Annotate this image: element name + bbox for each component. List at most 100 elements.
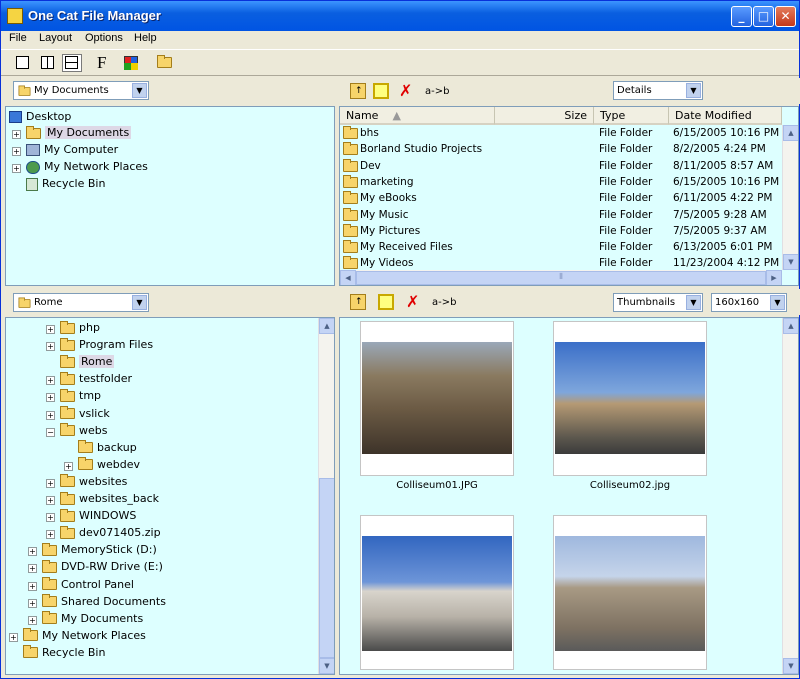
- tree-node-label: vslick: [79, 406, 110, 420]
- tree-node[interactable]: Program Files: [60, 337, 153, 351]
- thumbnail-colliseum02[interactable]: [553, 321, 707, 476]
- tree-node[interactable]: testfolder: [60, 371, 132, 385]
- thumbnail-colliseum01[interactable]: [360, 321, 514, 476]
- thumb-vscroll[interactable]: ▲ ▼: [782, 318, 798, 674]
- tree-desktop[interactable]: Desktop: [9, 110, 71, 123]
- thumbnail-3[interactable]: [360, 515, 514, 670]
- expand-toggle[interactable]: +: [46, 496, 55, 505]
- tree-node[interactable]: websites_back: [60, 491, 159, 505]
- expand-toggle[interactable]: +: [46, 376, 55, 386]
- top-view-combo[interactable]: Details ▼: [613, 81, 703, 100]
- tree-node[interactable]: Shared Documents: [42, 594, 166, 608]
- tree-node[interactable]: Rome: [60, 354, 115, 369]
- col-name[interactable]: Name ▲: [340, 107, 495, 125]
- bottom-left-location-combo[interactable]: Rome ▼: [13, 293, 149, 312]
- tree-node[interactable]: MemoryStick (D:): [42, 542, 157, 557]
- file-name: marketing: [360, 175, 414, 188]
- tree-node[interactable]: webdev: [78, 457, 140, 471]
- expand-toggle[interactable]: +: [28, 598, 37, 608]
- tree-network-places[interactable]: My Network Places: [26, 160, 148, 174]
- top-left-location-combo[interactable]: My Documents ▼: [13, 81, 149, 100]
- expand-toggle[interactable]: +: [46, 478, 55, 488]
- expand-toggle[interactable]: +: [46, 530, 55, 540]
- up-folder-icon[interactable]: ↑: [350, 83, 366, 99]
- tree-node[interactable]: dev071405.zip: [60, 525, 161, 539]
- new-folder-icon-2[interactable]: [378, 294, 394, 310]
- tree-my-computer[interactable]: My Computer: [26, 143, 118, 156]
- file-row[interactable]: My Music File Folder 7/5/2005 9:28 AM: [340, 207, 770, 224]
- expand-toggle[interactable]: +: [46, 513, 55, 523]
- bottom-view-combo[interactable]: Thumbnails ▼: [613, 293, 703, 312]
- folder-icon: [343, 191, 358, 205]
- open-folder-icon[interactable]: [156, 54, 176, 72]
- thumb-size-combo[interactable]: 160x160 ▼: [711, 293, 787, 312]
- expand-toggle[interactable]: +: [28, 547, 37, 557]
- copy-button-2[interactable]: a->b: [432, 297, 462, 313]
- file-row[interactable]: Borland Studio Projects File Folder 8/2/20…: [340, 142, 770, 158]
- col-size[interactable]: Size: [495, 107, 594, 125]
- col-type[interactable]: Type: [594, 107, 669, 125]
- file-row[interactable]: My Pictures File Folder 7/5/2005 9:37 AM: [340, 223, 770, 240]
- new-folder-icon[interactable]: [373, 83, 389, 99]
- menu-options[interactable]: Options: [85, 32, 123, 44]
- file-row[interactable]: Dev File Folder 8/11/2005 8:57 AM: [340, 158, 773, 175]
- menu-file[interactable]: File: [9, 32, 27, 44]
- folder-icon: [60, 371, 75, 385]
- col-date[interactable]: Date Modified: [669, 107, 782, 125]
- delete-icon-2[interactable]: ✗: [406, 294, 422, 310]
- folder-icon: [343, 223, 358, 237]
- expand-toggle[interactable]: +: [46, 393, 55, 403]
- expand-toggle[interactable]: +: [28, 581, 37, 591]
- app-window: One Cat File Manager _ □ ✕ File Layout O…: [0, 0, 800, 679]
- tree-node[interactable]: DVD-RW Drive (E:): [42, 559, 163, 573]
- top-left-tree: Desktop + My Documents + My Computer + M…: [5, 106, 335, 286]
- expand-toggle[interactable]: −: [46, 427, 55, 437]
- expand-toggle[interactable]: +: [64, 461, 73, 471]
- color-button[interactable]: [121, 54, 141, 72]
- tree-node[interactable]: webs: [60, 423, 107, 437]
- expand-toggle[interactable]: +: [46, 342, 55, 352]
- expand-toggle[interactable]: +: [46, 410, 55, 420]
- file-row[interactable]: marketing File Folder 6/15/2005 10:16 PM: [340, 174, 779, 191]
- tree-node[interactable]: WINDOWS: [60, 508, 136, 522]
- up-folder-icon-2[interactable]: ↑: [350, 294, 366, 310]
- tree-node[interactable]: php: [60, 320, 100, 334]
- close-button[interactable]: ✕: [775, 6, 796, 27]
- expand-toggle[interactable]: +: [28, 615, 37, 625]
- tree-node[interactable]: backup: [78, 440, 137, 454]
- thumbnail-4[interactable]: [553, 515, 707, 670]
- expand-toggle[interactable]: +: [46, 325, 55, 334]
- single-pane-button[interactable]: [13, 54, 33, 72]
- tree-node[interactable]: Control Panel: [42, 577, 134, 591]
- tree-node[interactable]: websites: [60, 474, 127, 488]
- tree-node[interactable]: vslick: [60, 406, 110, 420]
- title-bar[interactable]: One Cat File Manager _ □ ✕: [1, 1, 799, 31]
- folder-icon: [60, 525, 75, 539]
- file-list-vscroll[interactable]: ▲ ▼: [782, 125, 798, 270]
- tree-vscroll[interactable]: ▲ ▼: [318, 318, 334, 674]
- tree-node[interactable]: Recycle Bin: [23, 645, 105, 659]
- menu-help[interactable]: Help: [134, 32, 157, 44]
- file-row[interactable]: My Received Files File Folder 6/13/2005 6:…: [340, 240, 772, 256]
- tree-node[interactable]: tmp: [60, 388, 101, 402]
- minimize-button[interactable]: _: [731, 6, 752, 27]
- expand-toggle[interactable]: +: [28, 564, 37, 574]
- maximize-button[interactable]: □: [753, 6, 774, 27]
- file-type: File Folder: [599, 224, 653, 237]
- file-row[interactable]: bhs File Folder 6/15/2005 10:16 PM: [340, 126, 779, 142]
- tree-node-label: MemoryStick (D:): [61, 543, 157, 557]
- file-list-hscroll[interactable]: ◀ ⦀ ▶: [340, 270, 782, 285]
- font-button[interactable]: F: [97, 54, 117, 72]
- copy-button[interactable]: a->b: [425, 86, 455, 102]
- tree-node[interactable]: My Network Places: [23, 628, 146, 642]
- file-row[interactable]: My eBooks File Folder 6/11/2005 4:22 PM: [340, 191, 772, 207]
- tree-recycle-bin[interactable]: Recycle Bin: [26, 177, 105, 191]
- expand-toggle[interactable]: +: [9, 632, 18, 642]
- tree-node[interactable]: My Documents: [42, 611, 143, 625]
- vertical-split-button[interactable]: [38, 54, 58, 72]
- horizontal-split-button[interactable]: [62, 54, 82, 72]
- tree-node-label: websites_back: [79, 492, 159, 505]
- menu-layout[interactable]: Layout: [39, 32, 72, 44]
- tree-my-documents[interactable]: My Documents: [26, 125, 132, 139]
- delete-icon[interactable]: ✗: [399, 83, 415, 99]
